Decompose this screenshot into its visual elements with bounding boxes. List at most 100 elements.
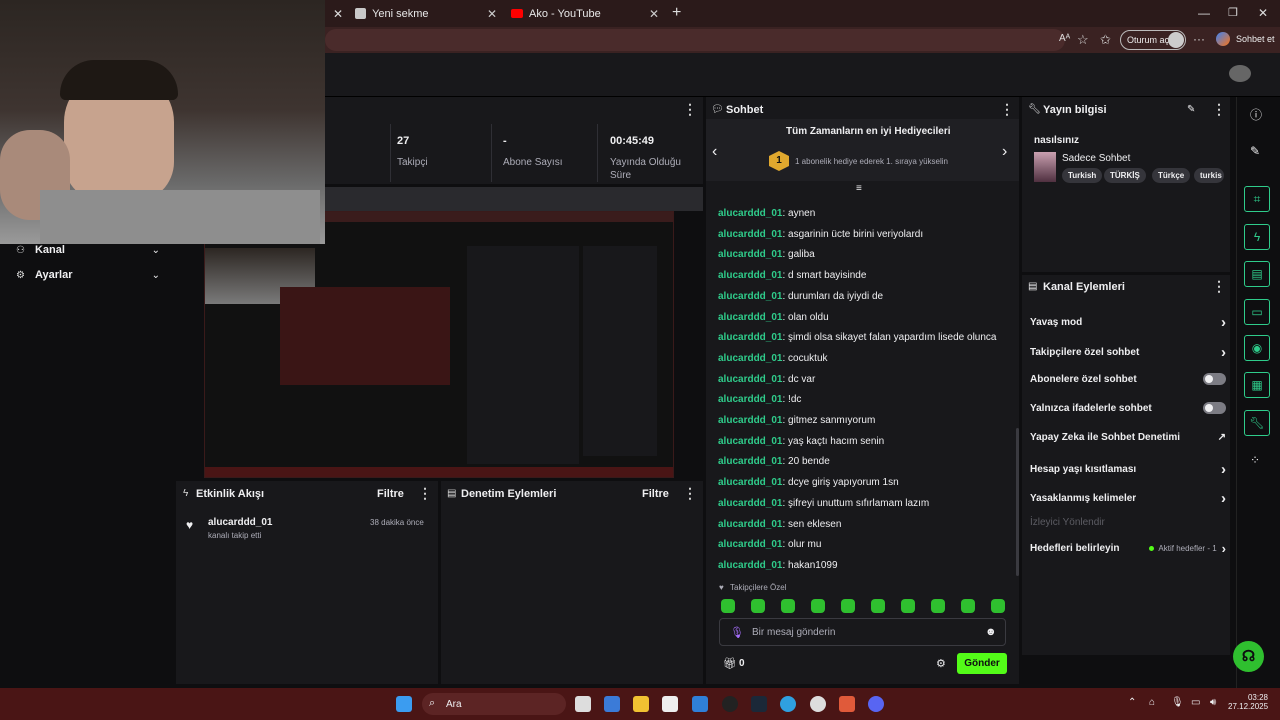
chat-scrollbar[interactable] [1016, 428, 1019, 576]
chat-username[interactable]: alucarddd_01 [718, 539, 782, 550]
more-options-icon[interactable]: ⋮ [683, 101, 697, 118]
emote-icon[interactable] [811, 599, 825, 613]
emoji-icon[interactable]: ☻ [985, 626, 997, 638]
clip-icon[interactable]: ⌗ [1244, 186, 1270, 212]
channel-action-row[interactable]: Yalnızca ifadelerle sohbet [1030, 402, 1226, 414]
emote-icon[interactable] [901, 599, 915, 613]
more-options-icon[interactable]: ⋮ [1212, 101, 1226, 118]
url-input[interactable] [325, 29, 1065, 51]
more-icon[interactable]: ··· [1193, 32, 1205, 46]
volume-icon[interactable]: 🔊︎ [1210, 697, 1216, 708]
activity-user[interactable]: alucarddd_01 [208, 517, 272, 528]
clock[interactable]: 03:28 27.12.2025 [1228, 693, 1268, 711]
lightning-icon[interactable]: ϟ [1244, 224, 1270, 250]
chat-username[interactable]: alucarddd_01 [718, 312, 782, 323]
minimize-icon[interactable]: — [1198, 6, 1210, 20]
info-icon[interactable]: ⓘ [1250, 106, 1262, 123]
more-options-icon[interactable]: ⋮ [1212, 278, 1226, 295]
goals-row[interactable]: Hedefleri belirleyin Aktif hedefler - 1 … [1030, 541, 1226, 556]
windows-start-icon[interactable] [396, 696, 412, 712]
emote-icon[interactable] [751, 599, 765, 613]
close-icon[interactable]: ✕ [487, 7, 497, 21]
emote-icon[interactable] [721, 599, 735, 613]
toggle-switch[interactable] [1203, 373, 1226, 385]
chat-username[interactable]: alucarddd_01 [718, 353, 782, 364]
broadcast-icon[interactable]: ◉ [1244, 335, 1270, 361]
steam-icon[interactable] [751, 696, 767, 712]
emote-icon[interactable] [931, 599, 945, 613]
microphone-icon[interactable]: 🎙︎ [730, 626, 744, 639]
display-icon[interactable]: ▭ [1191, 697, 1200, 708]
chat-username[interactable]: alucarddd_01 [718, 415, 782, 426]
task-view-icon[interactable] [575, 696, 591, 712]
chat-username[interactable]: alucarddd_01 [718, 208, 782, 219]
wrench-icon[interactable]: 🔧︎ [1244, 410, 1270, 436]
gift-icon[interactable]: 🎁︎ [723, 657, 737, 670]
sidebar-item-ayarlar[interactable]: ⚙ Ayarlar ⌄ [16, 268, 166, 282]
more-options-icon[interactable]: ⋮ [418, 485, 432, 502]
favorites-icon[interactable]: ✩ [1100, 32, 1111, 48]
layout-icon[interactable]: ▦ [1244, 372, 1270, 398]
emote-icon[interactable] [781, 599, 795, 613]
category-name[interactable]: Sadece Sohbet [1062, 153, 1130, 164]
network-icon[interactable]: ⌂ [1149, 697, 1155, 708]
moderation-filter-button[interactable]: Filtre [642, 488, 669, 500]
discord-icon[interactable] [868, 696, 884, 712]
chat-username[interactable]: alucarddd_01 [718, 374, 782, 385]
chevron-right-icon[interactable]: › [1002, 143, 1007, 161]
read-aloud-icon[interactable]: Aᴬ [1059, 33, 1070, 44]
close-icon[interactable]: ✕ [333, 7, 343, 21]
chat-username[interactable]: alucarddd_01 [718, 394, 782, 405]
chat-username[interactable]: alucarddd_01 [718, 270, 782, 281]
chat-username[interactable]: alucarddd_01 [718, 332, 782, 343]
copilot-button[interactable]: Sohbet et [1236, 34, 1275, 44]
github-icon[interactable] [722, 696, 738, 712]
channel-action-row[interactable]: Abonelere özel sohbet [1030, 373, 1226, 385]
emote-icon[interactable] [961, 599, 975, 613]
more-options-icon[interactable]: ⋮ [683, 485, 697, 502]
channel-action-row[interactable]: Yasaklanmış kelimeler › [1030, 490, 1226, 507]
store-icon[interactable] [662, 696, 678, 712]
chevron-up-icon[interactable]: ⌃ [1128, 697, 1136, 708]
app-icon[interactable] [839, 696, 855, 712]
channel-action-row[interactable]: Hesap yaşı kısıtlaması › [1030, 461, 1226, 478]
microphone-icon[interactable]: 🎙︎ [1171, 697, 1184, 708]
outlook-icon[interactable] [692, 696, 708, 712]
close-window-icon[interactable]: ✕ [1258, 6, 1268, 20]
sidebar-item-kanal[interactable]: ⚇ Kanal ⌄ [16, 243, 166, 257]
activity-filter-button[interactable]: Filtre [377, 488, 404, 500]
document-icon[interactable]: ▤ [1244, 261, 1270, 287]
help-icon[interactable]: ☊ [1233, 641, 1264, 672]
emote-icon[interactable] [991, 599, 1005, 613]
settings-icon[interactable]: ⚙ [936, 657, 946, 670]
more-options-icon[interactable]: ⋮ [1000, 101, 1014, 118]
emote-icon[interactable] [841, 599, 855, 613]
channel-action-row[interactable]: Takipçilere özel sohbet › [1030, 344, 1226, 361]
toggle-switch[interactable] [1203, 402, 1226, 414]
chat-username[interactable]: alucarddd_01 [718, 519, 782, 530]
edge-icon[interactable] [780, 696, 796, 712]
channel-action-row[interactable]: Yapay Zeka ile Sohbet Denetimi ↗ [1030, 432, 1226, 443]
new-tab-button[interactable]: + [672, 4, 681, 22]
emote-icon[interactable] [871, 599, 885, 613]
close-icon[interactable]: ✕ [649, 7, 659, 21]
edit-icon[interactable]: ✎ [1187, 104, 1195, 115]
settings-icon[interactable] [810, 696, 826, 712]
chevron-left-icon[interactable]: ‹ [712, 143, 717, 161]
maximize-icon[interactable]: ❐ [1228, 6, 1238, 19]
widgets-icon[interactable] [604, 696, 620, 712]
chat-username[interactable]: alucarddd_01 [718, 249, 782, 260]
chat-username[interactable]: alucarddd_01 [718, 560, 782, 571]
tab-youtube[interactable]: Ako - YouTube ✕ [505, 0, 667, 27]
taskbar-search[interactable] [422, 693, 566, 715]
tab-new-tab[interactable]: ✕ Yeni sekme ✕ [325, 0, 505, 27]
pinned-icon[interactable]: ≡ [856, 183, 862, 194]
chat-username[interactable]: alucarddd_01 [718, 456, 782, 467]
file-explorer-icon[interactable] [633, 696, 649, 712]
chat-icon[interactable]: ▭ [1244, 299, 1270, 325]
chat-username[interactable]: alucarddd_01 [718, 291, 782, 302]
edit-icon[interactable]: ✎ [1250, 144, 1260, 158]
chat-username[interactable]: alucarddd_01 [718, 477, 782, 488]
channel-action-row[interactable]: Yavaş mod › [1030, 314, 1226, 331]
favorite-icon[interactable]: ☆ [1077, 32, 1089, 48]
